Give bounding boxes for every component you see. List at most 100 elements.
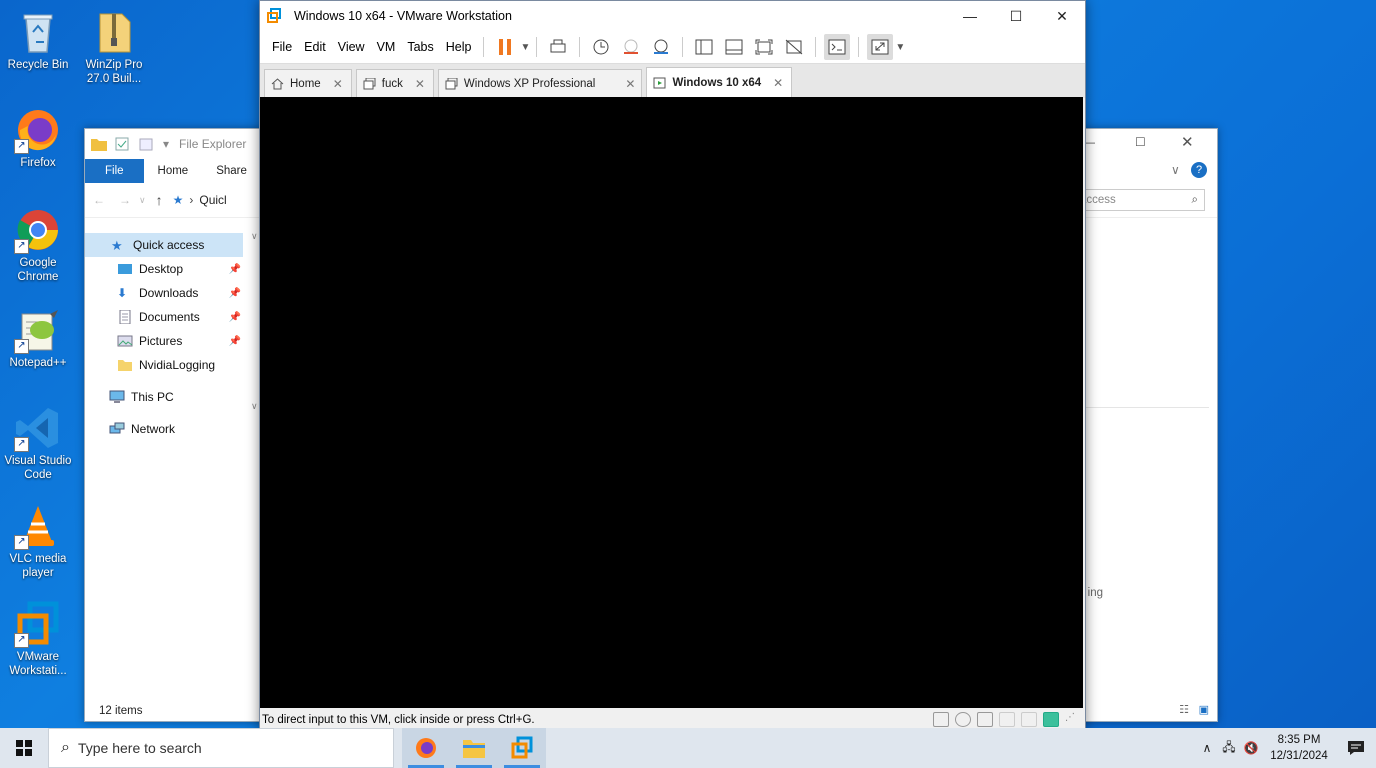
- taskbar-app-vmware[interactable]: [498, 728, 546, 768]
- stretch-guest-button[interactable]: [867, 34, 894, 60]
- desktop-icon-recycle-bin[interactable]: Recycle Bin: [0, 8, 76, 72]
- resize-grip-icon[interactable]: ⋰: [1065, 712, 1075, 727]
- ribbon-tab-home[interactable]: Home: [144, 159, 203, 183]
- back-arrow-icon[interactable]: ←: [93, 193, 105, 207]
- help-icon[interactable]: ?: [1191, 162, 1207, 178]
- usb-device-icon[interactable]: [999, 712, 1015, 727]
- ribbon-expand-icon[interactable]: ∨: [1171, 163, 1180, 177]
- console-view-button[interactable]: [824, 34, 851, 60]
- action-center-button[interactable]: [1336, 728, 1376, 768]
- desktop-icon-winzip[interactable]: WinZip Pro 27.0 Buil...: [76, 8, 152, 86]
- shortcut-arrow-icon: ↗: [14, 535, 29, 550]
- send-keys-icon: [550, 39, 566, 53]
- explorer-title: File Explorer: [179, 137, 247, 151]
- pause-button[interactable]: [492, 34, 518, 60]
- nav-this-pc[interactable]: This PC: [85, 385, 243, 409]
- tab-close-icon[interactable]: ✕: [415, 77, 425, 91]
- volume-muted-icon[interactable]: 🔇: [1240, 728, 1262, 768]
- up-arrow-icon[interactable]: ↑: [156, 192, 163, 208]
- pane-scroll-chevron-icon[interactable]: ∨: [251, 401, 258, 412]
- snapshot-button[interactable]: [588, 34, 614, 60]
- show-hidden-icons-chevron-icon[interactable]: ∧: [1196, 728, 1218, 768]
- pin-icon[interactable]: 📌: [229, 264, 241, 275]
- nav-item-nvidialogging[interactable]: NvidiaLogging: [85, 353, 243, 377]
- system-tray: ∧ 🖧 🔇 8:35 PM 12/31/2024: [1196, 728, 1376, 768]
- desktop-icon-notepadpp[interactable]: ↗ Notepad++: [0, 306, 76, 370]
- thumbnail-bar-button[interactable]: [721, 34, 747, 60]
- taskbar-app-file-explorer[interactable]: [450, 728, 498, 768]
- unity-button[interactable]: [781, 34, 807, 60]
- snapshot-manager-button[interactable]: [648, 34, 674, 60]
- pin-icon[interactable]: 📌: [229, 288, 241, 299]
- address-breadcrumb[interactable]: Quicl: [199, 193, 226, 207]
- pane-scroll-chevron-icon[interactable]: ∨: [251, 231, 258, 242]
- nav-item-documents[interactable]: Documents 📌: [85, 305, 243, 329]
- maximize-icon: ☐: [1009, 7, 1023, 24]
- details-view-icon[interactable]: ☷: [1179, 703, 1189, 716]
- desktop-icon-vlc[interactable]: ↗ VLC media player: [0, 502, 76, 580]
- desktop-icon-vscode[interactable]: ↗ Visual Studio Code: [0, 404, 76, 482]
- menu-view[interactable]: View: [332, 40, 371, 54]
- tab-fuck[interactable]: fuck ✕: [355, 69, 434, 98]
- menu-tabs[interactable]: Tabs: [401, 40, 439, 54]
- close-button[interactable]: ✕: [1039, 1, 1085, 31]
- network-adapter-icon[interactable]: [977, 712, 993, 727]
- power-dropdown-icon[interactable]: ▼: [520, 42, 530, 53]
- start-button[interactable]: [0, 728, 48, 768]
- desktop-icon-chrome[interactable]: ↗ Google Chrome: [0, 206, 76, 284]
- tab-close-icon[interactable]: ✕: [625, 77, 635, 91]
- taskbar-clock[interactable]: 8:35 PM 12/31/2024: [1262, 732, 1336, 764]
- send-ctrl-alt-del-button[interactable]: [545, 34, 571, 60]
- tab-label: Windows 10 x64: [672, 77, 762, 89]
- nav-item-pictures[interactable]: Pictures 📌: [85, 329, 243, 353]
- network-status-icon[interactable]: 🖧: [1218, 728, 1240, 768]
- maximize-button[interactable]: ☐: [993, 1, 1039, 31]
- messages-icon[interactable]: [1043, 712, 1059, 727]
- pin-icon[interactable]: 📌: [229, 312, 241, 323]
- tab-windows-xp[interactable]: Windows XP Professional ✕: [437, 69, 643, 98]
- ribbon-tab-share[interactable]: Share: [202, 159, 261, 183]
- tab-close-icon[interactable]: ✕: [333, 77, 343, 91]
- menu-file[interactable]: File: [266, 40, 298, 54]
- sound-card-icon[interactable]: [1021, 712, 1037, 727]
- full-screen-button[interactable]: [751, 34, 777, 60]
- nav-network[interactable]: Network: [85, 417, 243, 441]
- tab-windows-10[interactable]: Windows 10 x64 ✕: [646, 67, 793, 98]
- taskbar-app-firefox[interactable]: [402, 728, 450, 768]
- windows-logo-icon: [16, 740, 32, 756]
- search-input[interactable]: access ⌕: [1075, 189, 1205, 211]
- vm-tabbar: Home ✕ fuck ✕ Windows XP Professional ✕ …: [260, 63, 1085, 98]
- nav-quick-access[interactable]: ★ Quick access: [85, 233, 243, 257]
- qa-dropdown-icon[interactable]: ▾: [163, 137, 169, 151]
- show-library-button[interactable]: [691, 34, 717, 60]
- large-icons-view-icon[interactable]: ▣: [1199, 703, 1209, 716]
- pin-icon[interactable]: 📌: [229, 336, 241, 347]
- tab-close-icon[interactable]: ✕: [773, 76, 783, 90]
- forward-arrow-icon[interactable]: →: [119, 193, 131, 207]
- thumbnail-bar-icon: [725, 39, 743, 55]
- menu-help[interactable]: Help: [440, 40, 478, 54]
- stretch-dropdown-icon[interactable]: ▼: [895, 42, 905, 53]
- maximize-icon[interactable]: ☐: [1135, 135, 1146, 149]
- new-folder-icon[interactable]: [139, 137, 155, 151]
- ribbon-tab-file[interactable]: File: [85, 159, 144, 183]
- menu-vm[interactable]: VM: [371, 40, 402, 54]
- nav-item-downloads[interactable]: ⬇ Downloads 📌: [85, 281, 243, 305]
- vm-console-screen[interactable]: [260, 97, 1083, 708]
- vmware-window[interactable]: Windows 10 x64 - VMware Workstation — ☐ …: [259, 0, 1086, 731]
- desktop-icon-firefox[interactable]: ↗ Firefox: [0, 106, 76, 170]
- tab-label: Windows XP Professional: [463, 78, 596, 90]
- properties-icon[interactable]: [115, 137, 131, 151]
- revert-snapshot-button[interactable]: [618, 34, 644, 60]
- hard-disk-icon[interactable]: [933, 712, 949, 727]
- close-icon[interactable]: ✕: [1181, 133, 1194, 151]
- recent-dropdown-icon[interactable]: ∨: [139, 195, 146, 206]
- tab-home[interactable]: Home ✕: [264, 69, 352, 98]
- menu-edit[interactable]: Edit: [298, 40, 332, 54]
- minimize-button[interactable]: —: [947, 1, 993, 31]
- cd-dvd-icon[interactable]: [955, 712, 971, 727]
- taskbar-search-box[interactable]: ⌕ Type here to search: [48, 728, 394, 768]
- file-explorer-icon: [463, 740, 485, 758]
- desktop-icon-vmware[interactable]: ↗ VMware Workstati...: [0, 600, 76, 678]
- nav-item-desktop[interactable]: Desktop 📌: [85, 257, 243, 281]
